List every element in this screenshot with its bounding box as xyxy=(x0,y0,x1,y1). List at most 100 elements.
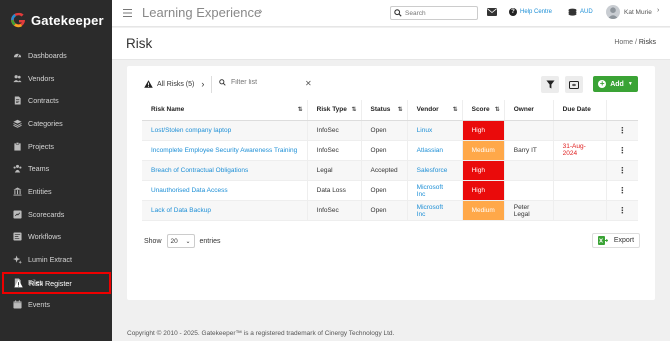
row-menu-icon[interactable]: ⋮ xyxy=(606,200,638,222)
sidebar-item-label: Contracts xyxy=(28,96,59,106)
table-row[interactable]: Unauthorised Data Access Data Loss Open … xyxy=(142,180,638,202)
gatekeeper-logo-icon xyxy=(11,12,25,28)
sidebar-item-dashboards[interactable]: Dashboards xyxy=(0,44,112,67)
sidebar-item-categories[interactable]: Categories xyxy=(0,112,112,135)
sort-icon: ⇅ xyxy=(494,107,500,113)
sidebar-item-contracts[interactable]: Contracts xyxy=(0,89,112,112)
row-menu-icon[interactable]: ⋮ xyxy=(606,160,638,182)
lumin-icon xyxy=(13,255,22,265)
row-menu-icon[interactable]: ⋮ xyxy=(606,140,638,161)
page-header: Risk Home / Risks xyxy=(112,28,670,60)
user-name[interactable]: Kat Murie xyxy=(624,9,652,16)
row-menu-icon[interactable]: ⋮ xyxy=(606,180,638,202)
funnel-icon xyxy=(545,80,555,89)
add-button[interactable]: + Add ▼ xyxy=(593,76,638,92)
sidebar-item-events[interactable]: Events xyxy=(0,294,112,317)
column-header-actions xyxy=(606,100,638,121)
vendor-link[interactable]: Linux xyxy=(407,120,463,141)
column-header-due-date[interactable]: Due Date xyxy=(553,100,607,121)
sidebar-item-label: Projects xyxy=(28,141,54,151)
column-header-risk-type[interactable]: Risk Type ⇅ xyxy=(307,100,362,121)
sidebar-item-workflows[interactable]: Workflows xyxy=(0,226,112,249)
column-header-owner[interactable]: Owner xyxy=(504,100,554,121)
view-selector[interactable]: All Risks (5) › xyxy=(144,79,204,89)
table-row[interactable]: Lost/Stolen company laptop InfoSec Open … xyxy=(142,120,638,141)
risk-type-cell: InfoSec xyxy=(307,140,362,161)
sidebar-item-vendors[interactable]: Vendors xyxy=(0,67,112,90)
export-button[interactable]: Export xyxy=(592,233,640,248)
sidebar: Gatekeeper Dashboards Vendors Contracts … xyxy=(0,0,112,341)
due-date-cell xyxy=(553,120,607,141)
row-menu-icon[interactable]: ⋮ xyxy=(606,120,638,141)
table-row[interactable]: Incomplete Employee Security Awareness T… xyxy=(142,140,638,161)
chevron-right-icon[interactable]: › xyxy=(259,6,262,17)
columns-button[interactable] xyxy=(565,76,583,93)
filter-button[interactable] xyxy=(541,76,559,93)
vendor-link[interactable]: Microsoft Inc xyxy=(407,200,463,222)
risk-name-link[interactable]: Lack of Data Backup xyxy=(142,200,308,222)
sidebar-item-scorecards[interactable]: Scorecards xyxy=(0,203,112,226)
owner-cell xyxy=(504,120,554,141)
risk-name-link[interactable]: Breach of Contractual Obligations xyxy=(142,160,308,182)
hamburger-menu-icon[interactable] xyxy=(123,9,132,17)
clear-filter-icon[interactable]: ✕ xyxy=(305,79,312,88)
search-input[interactable] xyxy=(405,9,475,17)
risk-table: Risk Name ⇅ Risk Type ⇅ Status ⇅ Vendor ⇅ Sc… xyxy=(142,100,638,222)
page-size-control: Show 20 ⌄ entries xyxy=(144,234,221,248)
mail-icon[interactable] xyxy=(487,8,497,16)
breadcrumb-home[interactable]: Home xyxy=(614,39,633,46)
filter-list[interactable] xyxy=(219,79,305,86)
warning-icon xyxy=(14,278,23,288)
chevron-right-icon[interactable]: › xyxy=(657,7,659,14)
status-cell: Open xyxy=(361,140,408,161)
sidebar-item-entities[interactable]: Entities xyxy=(0,180,112,203)
currency-selector[interactable]: AUD xyxy=(568,8,593,16)
risk-type-cell: InfoSec xyxy=(307,120,362,141)
events-icon xyxy=(13,300,22,309)
table-row[interactable]: Breach of Contractual Obligations Legal … xyxy=(142,160,638,182)
filter-input[interactable] xyxy=(231,79,305,86)
breadcrumb: Home / Risks xyxy=(614,39,656,46)
status-cell: Open xyxy=(361,200,408,222)
help-label: Help Centre xyxy=(520,9,553,15)
brand-logo[interactable]: Gatekeeper xyxy=(0,0,112,40)
sort-icon: ⇅ xyxy=(351,107,357,113)
risk-name-link[interactable]: Incomplete Employee Security Awareness T… xyxy=(142,140,308,161)
status-cell: Open xyxy=(361,180,408,202)
sidebar-item-lumin-extract[interactable]: Lumin Extract xyxy=(0,248,112,271)
owner-cell xyxy=(504,180,554,202)
table-row[interactable]: Lack of Data Backup InfoSec Open Microso… xyxy=(142,200,638,222)
column-header-status[interactable]: Status ⇅ xyxy=(361,100,408,121)
entries-label: entries xyxy=(199,237,221,245)
column-header-score[interactable]: Score ⇅ xyxy=(462,100,505,121)
vendor-link[interactable]: Salesforce xyxy=(407,160,463,182)
sidebar-item-label: Workflows xyxy=(28,232,62,242)
divider xyxy=(211,76,212,93)
currency-label: AUD xyxy=(580,9,593,15)
status-cell: Accepted xyxy=(361,160,408,182)
avatar[interactable] xyxy=(606,5,620,19)
page-size-select[interactable]: 20 ⌄ xyxy=(166,234,195,248)
footer-copyright: Copyright © 2010 - 2025. Gatekeeper™ is … xyxy=(127,330,395,337)
risk-name-link[interactable]: Unauthorised Data Access xyxy=(142,180,308,202)
sidebar-item-risk-register[interactable]: Risk Register xyxy=(2,272,111,294)
vendor-link[interactable]: Microsoft Inc xyxy=(407,180,463,202)
risk-type-cell: Data Loss xyxy=(307,180,362,202)
brand-name: Gatekeeper xyxy=(31,12,104,28)
sidebar-item-teams[interactable]: Teams xyxy=(0,157,112,180)
column-header-vendor[interactable]: Vendor ⇅ xyxy=(407,100,463,121)
risk-name-link[interactable]: Lost/Stolen company laptop xyxy=(142,120,308,141)
column-header-risk-name[interactable]: Risk Name ⇅ xyxy=(142,100,308,121)
sidebar-item-label: Vendors xyxy=(28,73,55,83)
top-bar: Learning Experience › ? Help Centre AUD … xyxy=(112,0,670,27)
help-centre-link[interactable]: ? Help Centre xyxy=(509,8,552,16)
show-label: Show xyxy=(144,237,162,245)
global-search[interactable] xyxy=(390,6,478,20)
vendor-link[interactable]: Atlassian xyxy=(407,140,463,161)
scorecards-icon xyxy=(13,210,22,219)
sidebar-item-label: Categories xyxy=(28,118,63,128)
app-title[interactable]: Learning Experience xyxy=(142,5,261,20)
sidebar-item-projects[interactable]: Projects xyxy=(0,135,112,158)
due-date-cell: 31-Aug-2024 xyxy=(553,140,607,161)
entities-icon xyxy=(13,187,22,196)
